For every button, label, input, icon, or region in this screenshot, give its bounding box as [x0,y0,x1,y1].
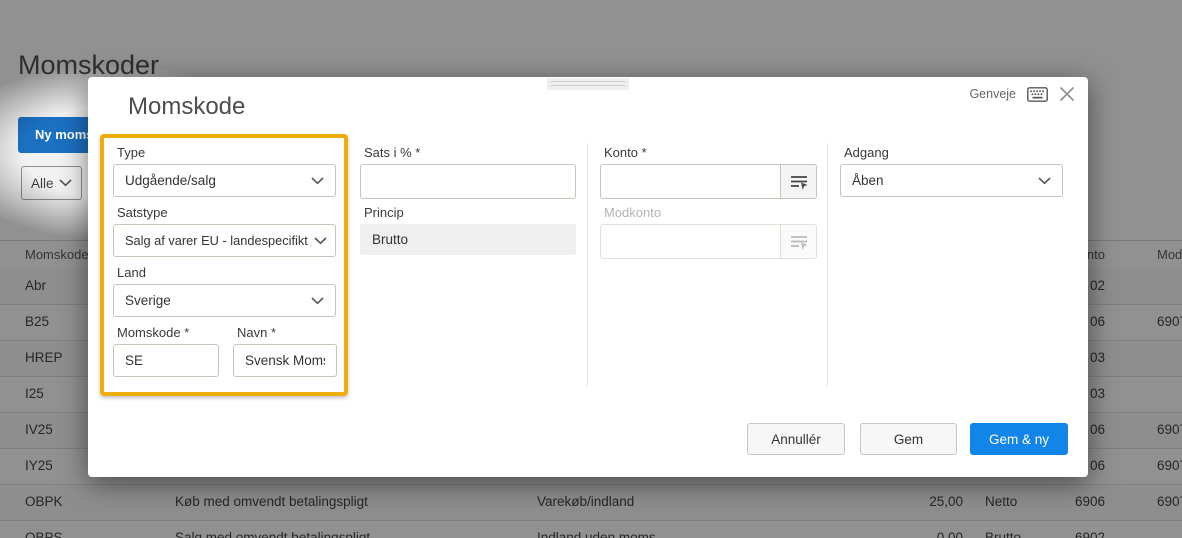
modal-title: Momskode [128,93,245,121]
modkonto-input [601,225,780,258]
modkonto-lookup-button [780,225,816,258]
momskode-input[interactable] [113,344,219,377]
adgang-select[interactable]: Åben [840,164,1063,197]
land-label: Land [117,265,146,280]
keyboard-icon[interactable] [1027,87,1048,102]
princip-value: Brutto [360,224,576,255]
satstype-label: Satstype [117,205,168,220]
app-screen: Momskoder Ny momskode Alle Momskode Kont… [0,0,1182,538]
konto-field [600,164,817,199]
adgang-select-value: Åben [852,173,884,188]
close-icon[interactable] [1059,86,1075,102]
save-and-new-button[interactable]: Gem & ny [970,423,1068,455]
save-button[interactable]: Gem [860,423,957,455]
chevron-down-icon [311,177,324,185]
navn-input[interactable] [233,344,337,377]
modkonto-field [600,224,817,259]
sats-input[interactable] [360,164,576,199]
adgang-label: Adgang [844,145,889,160]
satstype-select-value: Salg af varer EU - landespecifikt [125,233,308,248]
modal-drag-handle[interactable] [547,78,629,90]
navn-label: Navn * [237,325,276,340]
momskode-label: Momskode * [117,325,189,340]
cancel-button[interactable]: Annullér [747,423,845,455]
satstype-select[interactable]: Salg af varer EU - landespecifikt [113,224,336,257]
sats-label: Sats i % * [364,145,420,160]
type-label: Type [117,145,145,160]
column-divider [827,143,828,387]
konto-label: Konto * [604,145,647,160]
princip-label: Princip [364,205,404,220]
column-divider [587,143,588,387]
land-select[interactable]: Sverige [113,284,336,317]
chevron-down-icon [314,237,327,245]
type-select[interactable]: Udgående/salg [113,164,336,197]
chevron-down-icon [1038,177,1051,185]
land-select-value: Sverige [125,293,171,308]
modkonto-label: Modkonto [604,205,661,220]
chevron-down-icon [311,297,324,305]
konto-lookup-button[interactable] [780,165,816,198]
konto-input[interactable] [601,165,780,198]
vat-code-modal: Genveje Momskode [88,77,1088,477]
type-select-value: Udgående/salg [125,173,216,188]
shortcuts-link[interactable]: Genveje [969,87,1016,101]
